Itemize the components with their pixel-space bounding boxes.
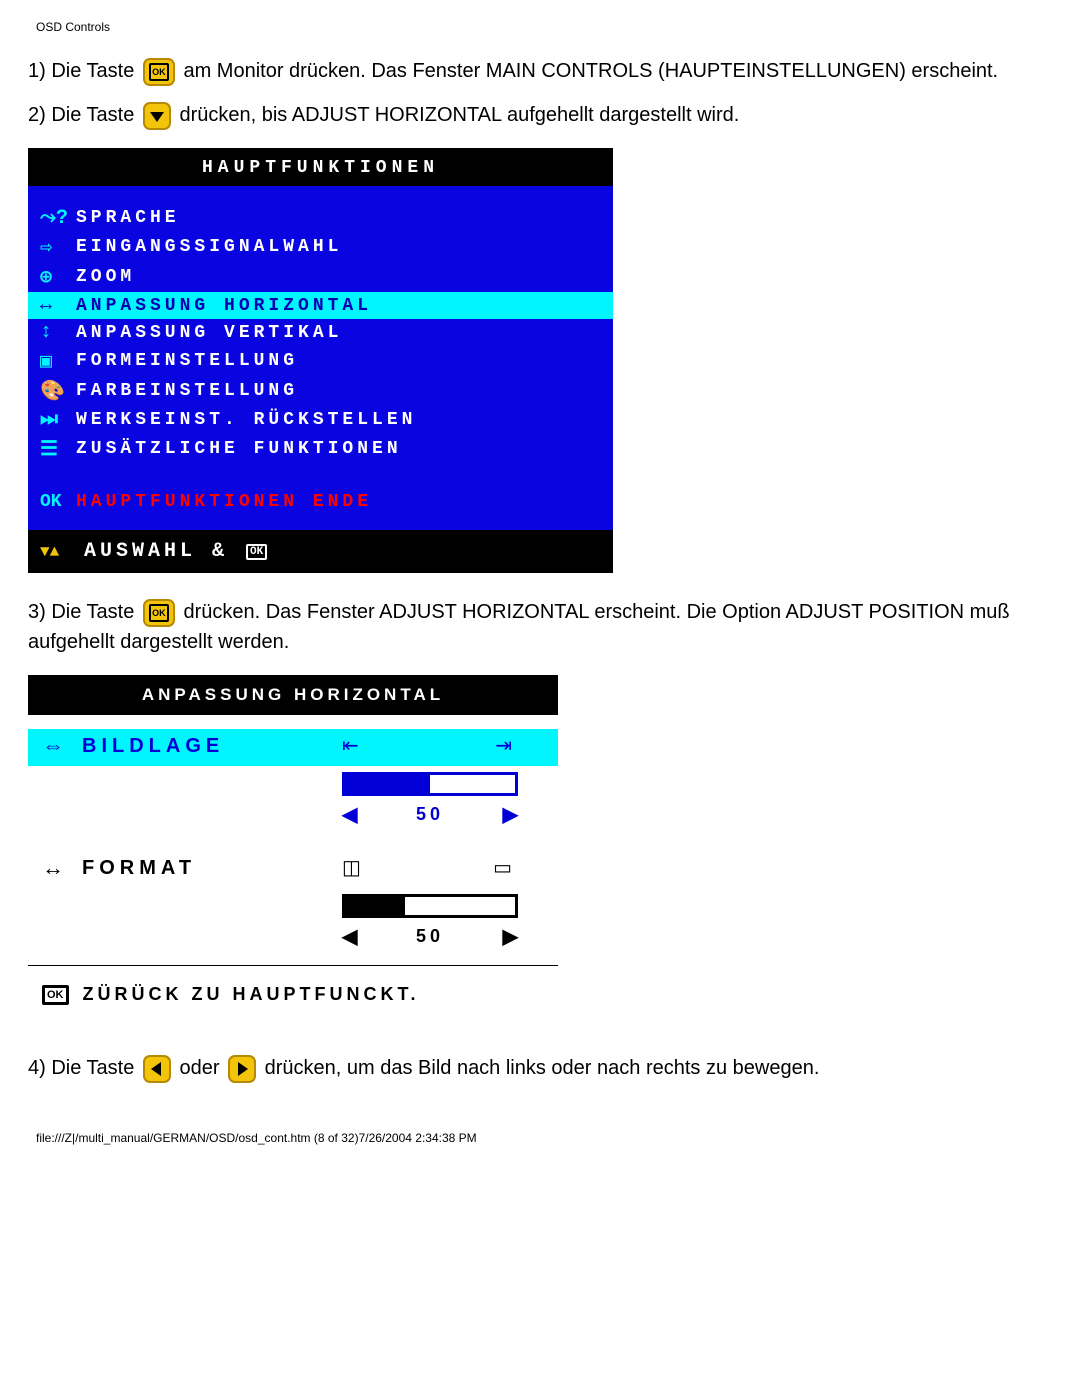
adjust-row-position[interactable]: ⇔ BILDLAGE ⇤ ⇥	[28, 729, 558, 766]
page-footer: file:///Z|/multi_manual/GERMAN/OSD/osd_c…	[36, 1131, 1052, 1145]
left-arrow-icon[interactable]: ◀	[342, 924, 357, 949]
adjust-row-format-bar: ◀ 50 ▶	[28, 888, 558, 957]
menu-label: FARBEINSTELLUNG	[76, 381, 601, 401]
menu-item-sprache[interactable]: ⤳? SPRACHE	[28, 204, 613, 232]
menu-label: ZUSÄTZLICHE FUNKTIONEN	[76, 439, 601, 459]
osd-main-controls: HAUPTFUNKTIONEN ⤳? SPRACHE ⇨ EINGANGSSIG…	[28, 148, 613, 573]
right-button-icon	[228, 1055, 256, 1083]
menu-item-horizontal[interactable]: ↔ ANPASSUNG HORIZONTAL	[28, 292, 613, 319]
reset-icon: ⏭	[40, 408, 76, 432]
menu-label: SPRACHE	[76, 208, 601, 228]
format-slider[interactable]	[342, 894, 518, 918]
left-arrow-icon[interactable]: ◀	[342, 802, 357, 827]
extra-icon: ☰	[40, 436, 76, 462]
menu-item-color[interactable]: 🎨 FARBEINSTELLUNG	[28, 376, 613, 406]
page-header: OSD Controls	[36, 20, 1052, 34]
osd-back[interactable]: OK ZÜRÜCK ZU HAUPTFUNCKT.	[28, 974, 558, 1019]
left-button-icon	[143, 1055, 171, 1083]
narrow-icon: ◫	[342, 855, 361, 880]
adjust-row-format[interactable]: ↔ FORMAT ◫ ▭	[28, 851, 558, 888]
shape-icon: ▣	[40, 348, 76, 374]
menu-label: ANPASSUNG VERTIKAL	[76, 323, 601, 343]
menu-label: ZOOM	[76, 267, 601, 287]
adjust-row-position-bar: ◀ 50 ▶	[28, 766, 558, 835]
ok-button-icon	[143, 58, 175, 86]
language-icon: ⤳?	[40, 206, 76, 230]
down-button-icon	[143, 102, 171, 130]
ok-icon: OK	[40, 492, 76, 512]
step-3-post: drücken. Das Fenster ADJUST HORIZONTAL e…	[28, 601, 1010, 653]
up-down-arrows-icon: ▼▲	[40, 543, 84, 561]
menu-label: EINGANGSSIGNALWAHL	[76, 237, 601, 257]
osd-footer: ▼▲ AUSWAHL & OK	[28, 530, 613, 573]
menu-exit[interactable]: OK HAUPTFUNKTIONEN ENDE	[28, 490, 613, 514]
input-icon: ⇨	[40, 234, 76, 260]
back-label: ZÜRÜCK ZU HAUPTFUNCKT.	[83, 984, 420, 1005]
color-icon: 🎨	[40, 378, 76, 404]
menu-item-shape[interactable]: ▣ FORMEINSTELLUNG	[28, 346, 613, 376]
menu-label: WERKSEINST. RÜCKSTELLEN	[76, 410, 601, 430]
step-1: 1) Die Taste am Monitor drücken. Das Fen…	[28, 56, 1052, 86]
step-4: 4) Die Taste oder drücken, um das Bild n…	[28, 1053, 1052, 1083]
osd-main-body: ⤳? SPRACHE ⇨ EINGANGSSIGNALWAHL ⊕ ZOOM ↔…	[28, 186, 613, 530]
shift-left-icon: ⇤	[342, 733, 359, 758]
row-label: BILDLAGE	[82, 735, 224, 758]
step-4-mid: oder	[179, 1057, 225, 1079]
step-4-pre: 4) Die Taste	[28, 1057, 140, 1079]
menu-item-zoom[interactable]: ⊕ ZOOM	[28, 262, 613, 292]
position-slider[interactable]	[342, 772, 518, 796]
osd-main-title: HAUPTFUNKTIONEN	[28, 148, 613, 186]
ok-icon: OK	[246, 544, 267, 560]
menu-label: HAUPTFUNKTIONEN ENDE	[76, 492, 372, 512]
osd-adjust-horizontal: ANPASSUNG HORIZONTAL ⇔ BILDLAGE ⇤ ⇥ ◀	[28, 675, 558, 1029]
step-2: 2) Die Taste drücken, bis ADJUST HORIZON…	[28, 100, 1052, 130]
menu-item-input[interactable]: ⇨ EINGANGSSIGNALWAHL	[28, 232, 613, 262]
format-value: 50	[416, 926, 444, 947]
row-label: FORMAT	[82, 857, 196, 880]
horizontal-icon: ↔	[40, 294, 76, 317]
osd-adjust-title: ANPASSUNG HORIZONTAL	[28, 675, 558, 715]
right-arrow-icon[interactable]: ▶	[503, 802, 518, 827]
step-3: 3) Die Taste drücken. Das Fenster ADJUST…	[28, 597, 1052, 657]
wide-icon: ▭	[493, 855, 512, 880]
step-1-pre: 1) Die Taste	[28, 60, 140, 82]
step-4-post: drücken, um das Bild nach links oder nac…	[265, 1057, 820, 1079]
menu-item-reset[interactable]: ⏭ WERKSEINST. RÜCKSTELLEN	[28, 406, 613, 434]
menu-label: ANPASSUNG HORIZONTAL	[76, 296, 601, 316]
ok-button-icon	[143, 599, 175, 627]
menu-label: FORMEINSTELLUNG	[76, 351, 601, 371]
menu-item-extra[interactable]: ☰ ZUSÄTZLICHE FUNKTIONEN	[28, 434, 613, 464]
menu-item-vertical[interactable]: ↕ ANPASSUNG VERTIKAL	[28, 319, 613, 346]
step-3-pre: 3) Die Taste	[28, 601, 140, 623]
step-1-post: am Monitor drücken. Das Fenster MAIN CON…	[183, 60, 998, 82]
ok-icon: OK	[42, 985, 69, 1005]
format-icon: ↔	[42, 855, 82, 881]
position-value: 50	[416, 804, 444, 825]
step-2-post: drücken, bis ADJUST HORIZONTAL aufgehell…	[179, 104, 739, 126]
separator	[28, 965, 558, 966]
footer-label: AUSWAHL &	[84, 540, 228, 563]
step-2-pre: 2) Die Taste	[28, 104, 140, 126]
position-icon: ⇔	[42, 733, 82, 759]
zoom-icon: ⊕	[40, 264, 76, 290]
osd-adjust-body: ⇔ BILDLAGE ⇤ ⇥ ◀ 50 ▶	[28, 715, 558, 1029]
shift-right-icon: ⇥	[495, 733, 512, 758]
vertical-icon: ↕	[40, 321, 76, 344]
right-arrow-icon[interactable]: ▶	[503, 924, 518, 949]
